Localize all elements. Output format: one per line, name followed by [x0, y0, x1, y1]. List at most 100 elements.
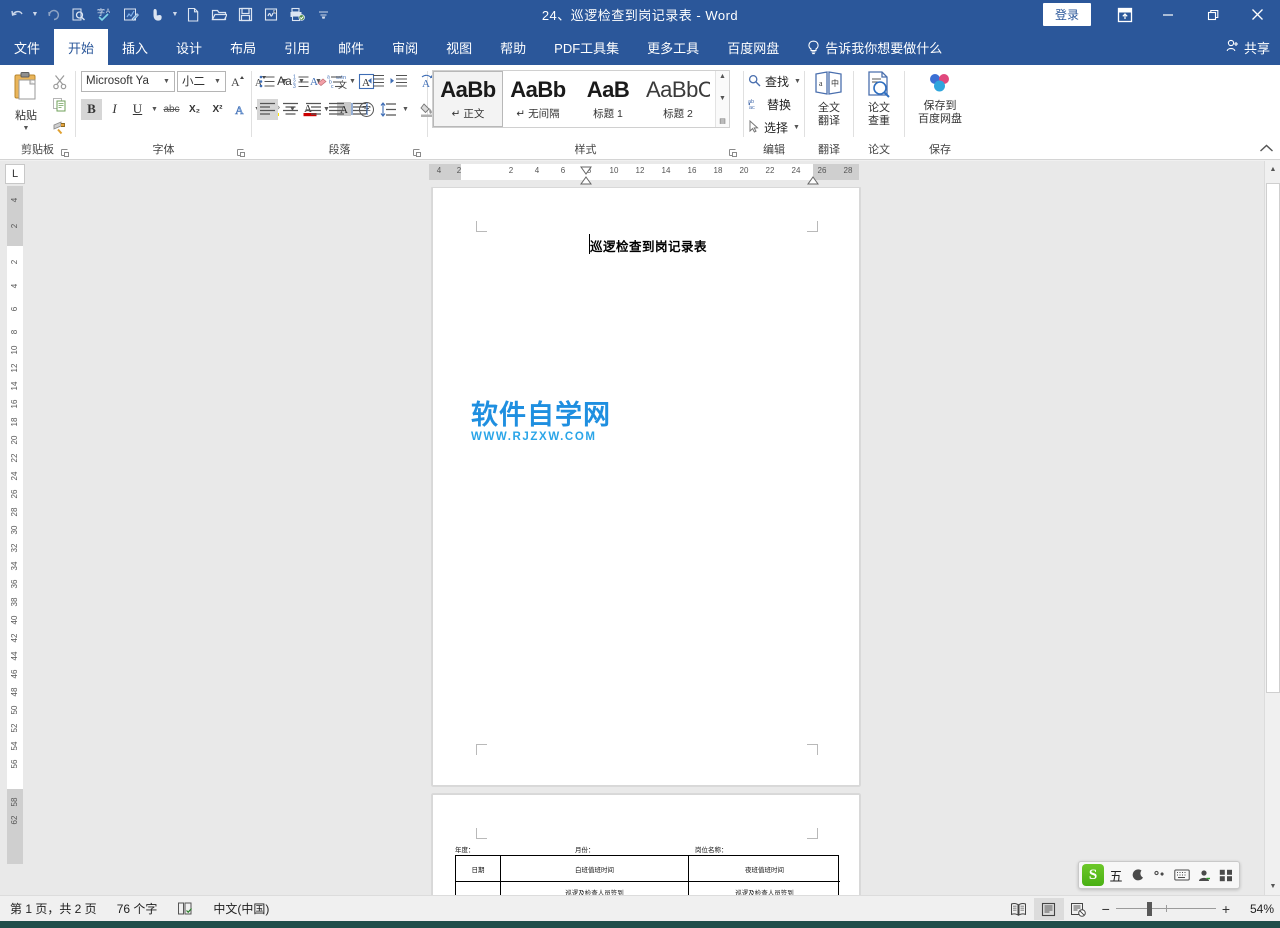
find-dropdown-icon[interactable]: ▼	[793, 78, 802, 85]
numbered-list-icon[interactable]: 123	[291, 71, 312, 92]
tab-help[interactable]: 帮助	[486, 29, 540, 65]
toolbox-icon[interactable]	[1216, 864, 1236, 886]
select-dropdown-icon[interactable]: ▼	[792, 124, 801, 131]
tell-me-box[interactable]: 告诉我你想要做什么	[793, 29, 956, 65]
tab-home[interactable]: 开始	[54, 29, 108, 65]
italic-button[interactable]: I	[104, 99, 125, 120]
tab-view[interactable]: 视图	[432, 29, 486, 65]
line-spacing-icon[interactable]	[378, 99, 399, 120]
underline-button[interactable]: U	[127, 99, 148, 120]
font-name-dropdown-icon[interactable]: ▼	[161, 78, 172, 85]
align-center-icon[interactable]	[280, 99, 301, 120]
cut-icon[interactable]	[49, 72, 71, 92]
tab-pdf-tools[interactable]: PDF工具集	[540, 29, 633, 65]
collapse-ribbon-icon[interactable]	[1259, 144, 1274, 157]
format-painter-icon[interactable]	[49, 118, 71, 138]
full-text-translate-button[interactable]: a 中 全文 翻译	[806, 68, 852, 128]
text-effects-icon[interactable]: A	[230, 99, 251, 120]
style-item-heading-1[interactable]: AaB 标题 1	[573, 71, 643, 127]
tab-design[interactable]: 设计	[162, 29, 216, 65]
moon-icon[interactable]	[1128, 864, 1148, 886]
touch-mode-dropdown-icon[interactable]: ▼	[170, 3, 180, 27]
quick-access-toolbar[interactable]: ▼ 字A ▼	[0, 0, 336, 29]
decrease-indent-icon[interactable]	[365, 71, 386, 92]
tab-file[interactable]: 文件	[0, 29, 54, 65]
tab-insert[interactable]: 插入	[108, 29, 162, 65]
bullet-list-icon[interactable]	[257, 71, 278, 92]
clipboard-dialog-launcher-icon[interactable]	[60, 148, 71, 159]
subscript-button[interactable]: X₂	[184, 99, 205, 120]
font-size-combobox[interactable]: 小二 ▼	[177, 71, 226, 92]
spelling-grammar-icon[interactable]: 字A	[93, 3, 117, 27]
superscript-button[interactable]: X²	[207, 99, 228, 120]
redo-icon[interactable]	[41, 3, 65, 27]
align-left-icon[interactable]	[257, 99, 278, 120]
page-canvas[interactable]: 巡逻检查到岗记录表 软件自学网 WWW.RJZXW.COM 年度： 月份： 岗位…	[29, 187, 1255, 895]
underline-dropdown-icon[interactable]: ▼	[150, 106, 159, 113]
font-name-combobox[interactable]: Microsoft Ya ▼	[81, 71, 175, 92]
strikethrough-button[interactable]: abc	[161, 99, 182, 120]
touch-mouse-mode-icon[interactable]	[145, 3, 169, 27]
document-page-2[interactable]: 年度： 月份： 岗位名称： 日期 白班值班时间 夜班值班时间 巡逻及检查人员签到…	[432, 794, 860, 895]
duty-record-table[interactable]: 日期 白班值班时间 夜班值班时间 巡逻及检查人员签到 巡逻及检查人员签到	[455, 855, 839, 895]
tab-baidu-netdisk[interactable]: 百度网盘	[713, 29, 793, 65]
find-button[interactable]: 查找 ▼	[744, 70, 802, 93]
zoom-slider-thumb[interactable]	[1147, 902, 1152, 916]
align-right-icon[interactable]	[303, 99, 324, 120]
tab-layout[interactable]: 布局	[216, 29, 270, 65]
style-item-no-spacing[interactable]: AaBb ↵ 无间隔	[503, 71, 573, 127]
scrollbar-thumb[interactable]	[1266, 183, 1280, 693]
bold-button[interactable]: B	[81, 99, 102, 120]
justify-icon[interactable]	[326, 99, 347, 120]
document-title-text[interactable]: 巡逻检查到岗记录表	[590, 236, 707, 255]
read-mode-icon[interactable]	[1004, 898, 1034, 920]
language-indicator[interactable]: 中文(中国)	[203, 900, 279, 917]
zoom-slider-track[interactable]	[1116, 902, 1216, 916]
paper-plagiarism-check-button[interactable]: 论文 查重	[856, 68, 902, 128]
undo-dropdown-icon[interactable]: ▼	[30, 3, 40, 27]
vertical-scrollbar[interactable]: ▲ ▼	[1264, 161, 1280, 895]
attach-signature-icon[interactable]	[259, 3, 283, 27]
minimize-button[interactable]	[1145, 0, 1190, 29]
sogou-ime-logo-icon[interactable]: S	[1082, 864, 1104, 886]
undo-icon[interactable]	[5, 3, 29, 27]
open-document-icon[interactable]	[207, 3, 231, 27]
tab-references[interactable]: 引用	[270, 29, 324, 65]
replace-button[interactable]: abac 替换	[744, 93, 791, 116]
new-document-icon[interactable]	[181, 3, 205, 27]
multilevel-list-icon[interactable]: abc	[325, 71, 346, 92]
print-icon[interactable]	[285, 3, 309, 27]
style-item-normal[interactable]: AaBb ↵ 正文	[433, 71, 503, 127]
bullet-list-dropdown-icon[interactable]: ▼	[280, 78, 289, 85]
customize-quick-access-icon[interactable]	[311, 3, 335, 27]
paste-dropdown-icon[interactable]: ▼	[23, 125, 30, 132]
select-button[interactable]: 选择 ▼	[744, 116, 801, 139]
zoom-slider[interactable]: − +	[1102, 901, 1230, 917]
save-to-baidu-netdisk-button[interactable]: 保存到 百度网盘	[906, 68, 974, 126]
user-icon[interactable]	[1194, 864, 1214, 886]
styles-dialog-launcher-icon[interactable]	[728, 148, 739, 159]
paragraph-dialog-launcher-icon[interactable]	[412, 148, 423, 159]
styles-scroll-up-icon[interactable]: ▲	[719, 73, 726, 80]
word-count[interactable]: 76 个字	[107, 900, 168, 917]
copy-icon[interactable]	[49, 95, 71, 115]
edit-chart-icon[interactable]	[119, 3, 143, 27]
print-layout-icon[interactable]	[1034, 898, 1064, 920]
styles-gallery-scroll[interactable]: ▲ ▼ ▤	[715, 71, 729, 127]
proofing-errors-icon[interactable]	[167, 901, 203, 916]
tab-review[interactable]: 审阅	[378, 29, 432, 65]
zoom-out-button[interactable]: −	[1102, 901, 1110, 917]
ime-input-mode-label[interactable]: 五	[1106, 864, 1126, 886]
save-icon[interactable]	[233, 3, 257, 27]
restore-button[interactable]	[1190, 0, 1235, 29]
increase-indent-icon[interactable]	[388, 71, 409, 92]
print-preview-icon[interactable]	[67, 3, 91, 27]
sign-in-button[interactable]: 登录	[1043, 3, 1091, 26]
grow-font-icon[interactable]: A	[228, 71, 249, 92]
styles-scroll-down-icon[interactable]: ▼	[719, 95, 726, 102]
ime-floating-toolbar[interactable]: S 五	[1078, 861, 1240, 889]
line-spacing-dropdown-icon[interactable]: ▼	[401, 106, 410, 113]
styles-gallery[interactable]: AaBb ↵ 正文 AaBb ↵ 无间隔 AaB 标题 1 AaBbC 标题 2	[432, 70, 730, 128]
ribbon-display-options-icon[interactable]	[1105, 0, 1145, 29]
scroll-down-arrow[interactable]: ▼	[1265, 878, 1280, 895]
